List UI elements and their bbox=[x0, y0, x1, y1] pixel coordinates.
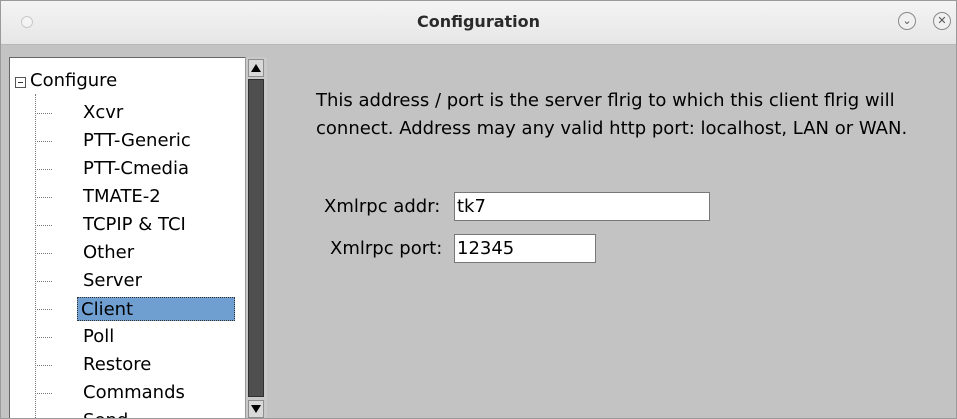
tree-item-label: Server bbox=[83, 270, 143, 291]
scroll-up-icon[interactable] bbox=[248, 59, 264, 77]
tree-scrollbar[interactable] bbox=[245, 57, 267, 418]
tree-item-tcpip-tci[interactable]: TCPIP & TCI bbox=[35, 212, 240, 238]
collapse-icon[interactable] bbox=[15, 77, 26, 88]
scroll-thumb[interactable] bbox=[248, 79, 264, 397]
tree-item-label: Restore bbox=[83, 354, 152, 375]
scroll-down-icon[interactable] bbox=[248, 400, 264, 418]
minimize-button[interactable]: ⌄ bbox=[898, 12, 916, 30]
tree-item-server[interactable]: Server bbox=[35, 268, 240, 294]
tree-item-restore[interactable]: Restore bbox=[35, 352, 240, 378]
tree-root-label: Configure bbox=[30, 70, 118, 91]
tree-item-label: PTT-Cmedia bbox=[83, 158, 190, 179]
tree-root-configure[interactable]: Configure bbox=[15, 70, 118, 91]
xmlrpc-port-label: Xmlrpc port: bbox=[330, 238, 443, 259]
tree-item-label: Poll bbox=[83, 326, 115, 347]
client-description: This address / port is the server flrig … bbox=[316, 90, 908, 139]
tree-item-label: TCPIP & TCI bbox=[83, 214, 186, 235]
tree-item-label: Commands bbox=[83, 382, 185, 403]
config-tree[interactable]: Configure Xcvr PTT-Generic PTT-Cmedia TM… bbox=[9, 57, 246, 418]
tree-item-commands[interactable]: Commands bbox=[35, 380, 240, 406]
chevron-down-icon: ⌄ bbox=[902, 14, 912, 27]
tree-item-label: Client bbox=[77, 297, 235, 321]
tree-item-other[interactable]: Other bbox=[35, 240, 240, 266]
tree-item-ptt-cmedia[interactable]: PTT-Cmedia bbox=[35, 156, 240, 182]
configuration-window: Configuration ⌄ ✕ Configure Xcvr PTT-Gen… bbox=[0, 0, 957, 419]
tree-item-label: TMATE-2 bbox=[83, 186, 161, 207]
xmlrpc-addr-input[interactable] bbox=[454, 192, 710, 221]
tree-item-send[interactable]: Send bbox=[35, 408, 240, 418]
client-settings-panel: This address / port is the server flrig … bbox=[267, 57, 956, 418]
tree-item-label: Other bbox=[83, 242, 135, 263]
tree-item-label: Xcvr bbox=[83, 102, 124, 123]
tree-item-xcvr[interactable]: Xcvr bbox=[35, 100, 240, 126]
tree-item-label: PTT-Generic bbox=[83, 130, 191, 151]
window-title: Configuration bbox=[416, 12, 541, 31]
tree-item-ptt-generic[interactable]: PTT-Generic bbox=[35, 128, 240, 154]
tree-item-tmate-2[interactable]: TMATE-2 bbox=[35, 184, 240, 210]
title-bar[interactable]: Configuration ⌄ ✕ bbox=[1, 1, 956, 45]
tree-item-client[interactable]: Client bbox=[35, 296, 240, 322]
xmlrpc-addr-label: Xmlrpc addr: bbox=[324, 196, 441, 217]
tree-item-label: Send bbox=[80, 409, 131, 418]
close-icon: ✕ bbox=[937, 14, 947, 27]
tree-item-poll[interactable]: Poll bbox=[35, 324, 240, 350]
xmlrpc-port-input[interactable] bbox=[454, 234, 596, 263]
close-button[interactable]: ✕ bbox=[933, 12, 951, 30]
